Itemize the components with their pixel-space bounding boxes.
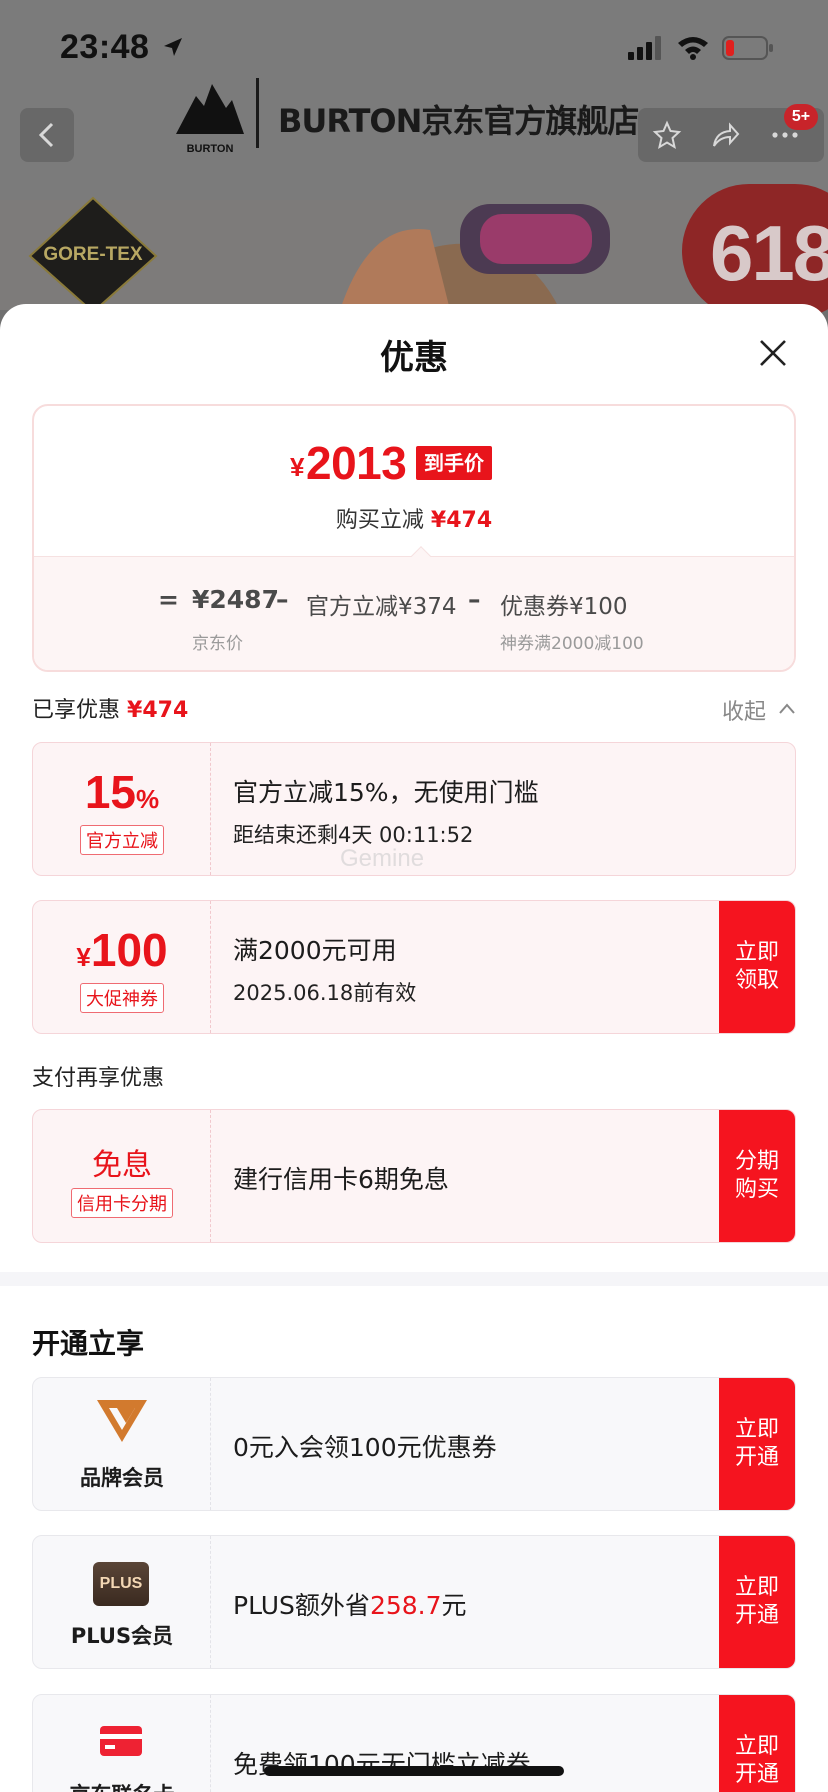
promo-618-badge: 618 <box>682 184 828 318</box>
store-title: BURTON京东官方旗舰店 <box>278 102 639 140</box>
coupon-percent: 15% <box>84 766 160 818</box>
open-plus-button[interactable]: 立即开通 <box>719 1536 795 1668</box>
coupon-validity: 2025.06.18前有效 <box>233 981 417 1005</box>
membership-name: 品牌会员 <box>80 1466 164 1490</box>
final-price-currency: ¥ <box>290 452 305 482</box>
message-count-badge: 5+ <box>784 104 818 130</box>
coupon-type-tag: 大促神券 <box>33 983 211 1013</box>
membership-name: 京东联名卡 <box>33 1779 211 1792</box>
burton-logo-icon: BURTON <box>176 84 244 155</box>
plus-icon: PLUS <box>93 1562 149 1606</box>
minus-sign-2: – <box>468 585 481 614</box>
final-price: 2013 <box>306 437 407 489</box>
section-divider <box>0 1272 828 1286</box>
membership-icon-area: 京东联名卡 <box>33 1695 211 1792</box>
membership-offer: 0元入会领100元优惠券 <box>233 1433 497 1462</box>
claim-coupon-button[interactable]: 立即领取 <box>719 901 795 1033</box>
close-icon[interactable] <box>758 338 788 368</box>
coupon-divider <box>210 1110 211 1242</box>
installment-description: 建行信用卡6期免息 <box>233 1165 449 1194</box>
plus-saving-amount: 258.7 <box>369 1591 442 1620</box>
co-branded-card: 京东联名卡 免费领100元无门槛立减券 立即开通 <box>32 1694 796 1792</box>
brand-membership-card: 品牌会员 0元入会领100元优惠券 立即开通 <box>32 1377 796 1511</box>
star-favorite-icon[interactable] <box>652 120 682 150</box>
chevron-up-icon[interactable] <box>778 702 796 716</box>
svg-text:BURTON: BURTON <box>187 143 234 155</box>
minus-sign: – <box>276 585 289 614</box>
jd-price-label: 京东价 <box>192 634 243 654</box>
plus-offer: PLUS额外省258.7元 <box>233 1586 467 1622</box>
official-reduce: 官方立减¥374 <box>306 594 457 620</box>
chevron-left-icon <box>38 122 54 148</box>
reduce-amount: ¥474 <box>430 508 493 533</box>
final-price-area: ¥ 2013 到手价 购买立减 ¥474 <box>34 406 794 556</box>
price-breakdown: = ¥2487 – 官方立减¥374 – 优惠券¥100 京东价 神券满2000… <box>34 556 794 670</box>
open-section-title: 开通立享 <box>32 1327 145 1360</box>
membership-icon-area: 品牌会员 <box>33 1378 211 1510</box>
enjoyed-label-text: 已享优惠 <box>32 698 121 723</box>
open-card-button[interactable]: 立即开通 <box>719 1695 795 1792</box>
banner-model-image <box>340 204 610 310</box>
enjoyed-discount-label: 已享优惠 ¥474 <box>32 692 188 724</box>
coupon-divider <box>210 1695 211 1792</box>
watermark-text: Gemine <box>340 845 425 872</box>
svg-text:GORE-TEX: GORE-TEX <box>43 244 143 265</box>
coupon-condition: 神券满2000减100 <box>500 634 644 654</box>
coupon-divider <box>210 1536 211 1668</box>
coupon-reduce: 优惠券¥100 <box>500 594 628 620</box>
open-brand-membership-button[interactable]: 立即开通 <box>719 1378 795 1510</box>
battery-low-icon <box>722 36 773 60</box>
share-icon[interactable] <box>710 120 740 150</box>
coupon-amount: ¥100 <box>76 924 168 976</box>
coupon-divider <box>210 901 211 1033</box>
cellular-signal-icon <box>628 36 661 60</box>
status-time: 23:48 <box>60 28 150 66</box>
discount-sheet: 优惠 ¥ 2013 到手价 购买立减 ¥474 = ¥2487 – 官方立减¥3… <box>0 304 828 1792</box>
collapse-toggle[interactable]: 收起 <box>722 694 766 726</box>
membership-name: PLUS会员 <box>70 1624 174 1648</box>
goretex-logo-icon: GORE-TEX <box>28 196 158 314</box>
coupon-condition: 满2000元可用 <box>233 936 397 965</box>
coupon-divider <box>210 743 211 875</box>
coupon-value-area: ¥100 大促神券 <box>33 901 211 1033</box>
coupon-value-area: 15% 官方立减 <box>33 743 211 875</box>
coupon-description: 官方立减15%，无使用门槛 <box>233 778 539 807</box>
coupon-type-tag: 信用卡分期 <box>33 1188 211 1218</box>
sheet-title: 优惠 <box>380 338 448 378</box>
plus-membership-card: PLUS PLUS会员 PLUS额外省258.7元 立即开通 <box>32 1535 796 1669</box>
mega-promo-coupon: ¥100 大促神券 满2000元可用 2025.06.18前有效 立即领取 <box>32 900 796 1034</box>
coupon-divider <box>210 1378 211 1510</box>
purchase-reduce-line: 购买立减 ¥474 <box>34 502 794 534</box>
credit-card-icon <box>100 1726 142 1756</box>
brand-member-v-icon <box>97 1400 147 1442</box>
back-button[interactable] <box>20 108 74 162</box>
reduce-label: 购买立减 <box>335 508 424 533</box>
wifi-icon <box>678 37 708 60</box>
jd-price: ¥2487 <box>192 585 279 614</box>
final-price-tag: 到手价 <box>416 446 492 480</box>
coupon-value-area: 免息 信用卡分期 <box>33 1110 211 1242</box>
status-bar: 23:48 <box>0 26 828 70</box>
pay-discount-label: 支付再享优惠 <box>32 1066 165 1091</box>
location-arrow-icon <box>164 38 182 56</box>
equals-sign: = <box>158 585 179 614</box>
plus-offer-prefix: PLUS额外省 <box>233 1591 370 1620</box>
membership-icon-area: PLUS PLUS会员 <box>33 1536 211 1668</box>
plus-offer-suffix: 元 <box>441 1591 467 1620</box>
coupon-type-tag: 官方立减 <box>33 825 211 855</box>
enjoyed-amount: ¥474 <box>127 698 189 723</box>
brand-divider <box>256 78 259 148</box>
home-indicator[interactable] <box>264 1766 564 1776</box>
installment-coupon: 免息 信用卡分期 建行信用卡6期免息 分期购买 <box>32 1109 796 1243</box>
installment-buy-button[interactable]: 分期购买 <box>719 1110 795 1242</box>
price-summary-card: ¥ 2013 到手价 购买立减 ¥474 = ¥2487 – 官方立减¥374 … <box>32 404 796 672</box>
interest-free-label: 免息 <box>92 1148 152 1183</box>
